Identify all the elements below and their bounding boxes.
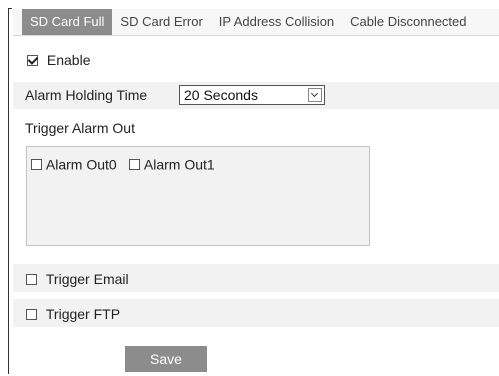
save-button[interactable]: Save bbox=[125, 346, 207, 372]
alarm-out0-item[interactable]: Alarm Out0 bbox=[31, 155, 117, 172]
enable-row: Enable bbox=[13, 47, 499, 71]
tab-bar: SD Card Full SD Card Error IP Address Coll… bbox=[13, 9, 499, 36]
alarm-out1-checkbox[interactable] bbox=[129, 158, 140, 170]
tab-sd-card-error[interactable]: SD Card Error bbox=[112, 9, 210, 35]
trigger-email-row: Trigger Email bbox=[13, 264, 499, 292]
trigger-ftp-row: Trigger FTP bbox=[13, 299, 499, 327]
chevron-down-icon[interactable] bbox=[308, 88, 322, 102]
alarm-out0-label: Alarm Out0 bbox=[45, 156, 117, 173]
enable-checkbox[interactable] bbox=[27, 54, 38, 66]
alarm-out0-checkbox[interactable] bbox=[31, 158, 42, 170]
trigger-email-checkbox[interactable] bbox=[26, 273, 37, 285]
frame-border-top bbox=[8, 8, 12, 9]
tab-cable-disconnected[interactable]: Cable Disconnected bbox=[342, 9, 474, 35]
trigger-alarm-out-row: Trigger Alarm Out bbox=[13, 116, 499, 140]
alarm-holding-label: Alarm Holding Time bbox=[25, 87, 148, 103]
tab-sd-card-full[interactable]: SD Card Full bbox=[22, 9, 113, 35]
trigger-email-label: Trigger Email bbox=[45, 271, 129, 288]
alarm-holding-row: Alarm Holding Time 20 Seconds bbox=[13, 82, 499, 109]
tab-ip-address-collision[interactable]: IP Address Collision bbox=[211, 9, 342, 35]
trigger-ftp-checkbox[interactable] bbox=[26, 308, 37, 320]
enable-label: Enable bbox=[46, 52, 91, 69]
alarm-holding-value: 20 Seconds bbox=[184, 87, 258, 103]
alarm-holding-select[interactable]: 20 Seconds bbox=[179, 85, 325, 105]
alarm-out-list: Alarm Out0 Alarm Out1 bbox=[26, 146, 370, 246]
alarm-out1-item[interactable]: Alarm Out1 bbox=[129, 155, 215, 172]
frame-border bbox=[8, 8, 9, 374]
alarm-out1-label: Alarm Out1 bbox=[143, 156, 215, 173]
trigger-alarm-out-label: Trigger Alarm Out bbox=[25, 120, 135, 136]
trigger-ftp-label: Trigger FTP bbox=[45, 306, 121, 323]
